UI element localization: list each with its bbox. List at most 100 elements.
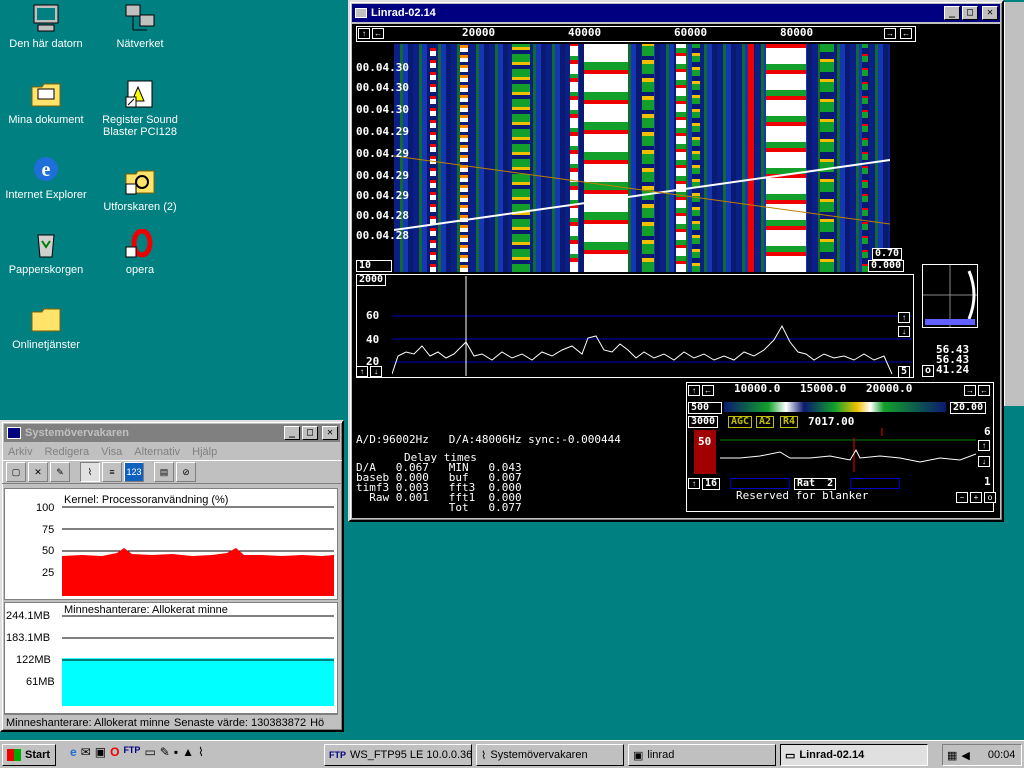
new-item-icon[interactable]: ▢ (6, 462, 26, 482)
menu-alternativ[interactable]: Alternativ (134, 446, 180, 458)
menu-arkiv[interactable]: Arkiv (8, 446, 32, 458)
volume-icon[interactable]: ◀ (961, 749, 969, 762)
desktop-icon-computer[interactable]: Den här datorn (4, 2, 88, 50)
r4-button[interactable]: R4 (780, 416, 799, 428)
disabled-icon[interactable]: ⊘ (176, 462, 196, 482)
spectrum-right-value[interactable]: 5 (898, 366, 911, 378)
minimize-button[interactable]: _ (284, 426, 300, 440)
task-linrad-window[interactable]: ▭ Linrad-02.14 (780, 744, 928, 766)
outlook-quick-icon[interactable]: ✉ (81, 745, 91, 759)
wf-value-2[interactable]: 0.000 (868, 260, 905, 272)
scale-left-arrow[interactable]: ↑ (358, 28, 370, 39)
ie-icon: e (29, 153, 63, 185)
maximize-button[interactable]: □ (962, 6, 978, 20)
bl-frequency: 7017.00 (808, 415, 855, 428)
cpu-axis-label: 50 (42, 545, 55, 557)
cpu-chart-title: Kernel: Processoranvändning (%) (64, 494, 229, 506)
linrad-canvas[interactable]: ↑ ← → ← 20000 40000 60000 80000 00.04.30… (352, 24, 1000, 518)
ie-quick-icon[interactable]: e (70, 745, 77, 759)
clock[interactable]: 00:04 (988, 749, 1016, 761)
bl-left-arrow[interactable]: ↑ (688, 385, 700, 396)
menu-visa[interactable]: Visa (101, 446, 122, 458)
wf-value-1[interactable]: 0.70 (872, 248, 903, 260)
desktop-icon-recycle[interactable]: Papperskorgen (4, 228, 88, 276)
remove-item-icon[interactable]: ✕ (28, 462, 48, 482)
bl-right-arrow-2[interactable]: ← (978, 385, 990, 396)
bl-right-arrow[interactable]: → (964, 385, 976, 396)
opera-quick-icon[interactable]: O (110, 745, 119, 759)
desktop-icon-opera[interactable]: opera (98, 228, 182, 276)
close-button[interactable]: ✕ (982, 6, 998, 20)
bl-500[interactable]: 500 (688, 402, 722, 414)
bl-down-arrow[interactable]: ↓ (978, 456, 990, 467)
cpu-axis-label: 25 (42, 567, 55, 579)
bl-16[interactable]: 16 (702, 478, 721, 490)
scheduler-icon[interactable]: ▦ (947, 749, 957, 762)
bl-o-button[interactable]: o (984, 492, 996, 503)
sysmon-window[interactable]: Systemövervakaren _ □ ✕ Arkiv Redigera V… (0, 420, 344, 732)
spectrum-top-value[interactable]: 2000 (356, 274, 387, 286)
window-quick-icon[interactable]: ▭ (144, 745, 155, 759)
sysmon-menubar: Arkiv Redigera Visa Alternativ Hjälp (2, 444, 342, 460)
scale-right-arrow-2[interactable]: ← (900, 28, 912, 39)
wf-corner-left[interactable]: 10 (356, 260, 392, 272)
scale-left-arrow-2[interactable]: ← (372, 28, 384, 39)
numeric-view-icon[interactable]: 123 (124, 462, 144, 482)
bl-20[interactable]: 20.00 (950, 402, 987, 414)
mountain-quick-icon[interactable]: ▲ (182, 745, 194, 759)
bl-left-arrow-2[interactable]: ← (702, 385, 714, 396)
desktop-icon-soundblaster[interactable]: Register Sound Blaster PCI128 (98, 78, 182, 138)
system-tray: ▦ ◀ 00:04 (942, 744, 1022, 766)
desktop-icon-online[interactable]: Onlinetjänster (4, 303, 88, 351)
desktop-icon-network[interactable]: Nätverket (98, 2, 182, 50)
spectrum-up-arrow[interactable]: ↑ (898, 312, 910, 323)
disk-quick-icon[interactable]: ▪ (174, 745, 178, 759)
bl-dim-controls[interactable] (730, 478, 790, 489)
scale-right-arrow[interactable]: → (884, 28, 896, 39)
start-button[interactable]: Start (2, 744, 56, 766)
ad-da-line: A/D:96002Hz D/A:48006Hz sync:-0.000444 (356, 433, 621, 446)
close-button[interactable]: ✕ (322, 426, 338, 440)
recycle-bin-icon (29, 228, 63, 260)
sysmon-quick-icon[interactable]: ⌇ (198, 745, 204, 759)
time-label: 00.04.29 (356, 125, 409, 138)
task-sysmon[interactable]: ⌇ Systemövervakaren (476, 744, 624, 766)
linrad-window[interactable]: Linrad-02.14 _ □ ✕ ↑ ← → ← 20000 40000 6… (348, 0, 1004, 522)
agc-button[interactable]: AGC (728, 416, 753, 428)
bl-bottom-up[interactable]: ↑ (688, 478, 700, 489)
menu-hjalp[interactable]: Hjälp (192, 446, 217, 458)
time-label: 00.04.29 (356, 147, 409, 160)
desktop-icon-explorer[interactable]: Utforskaren (2) (98, 165, 182, 213)
minimize-button[interactable]: _ (944, 6, 960, 20)
bl-3000[interactable]: 3000 (688, 416, 719, 428)
spectrum-down-arrow[interactable]: ↓ (898, 326, 910, 337)
spectrum-left-down[interactable]: ↓ (370, 366, 382, 377)
options-icon[interactable]: ▤ (154, 462, 174, 482)
menu-redigera[interactable]: Redigera (44, 446, 89, 458)
sysmon-titlebar[interactable]: Systemövervakaren _ □ ✕ (4, 424, 340, 442)
desktop-icon-ie[interactable]: e Internet Explorer (4, 153, 88, 201)
notepad-quick-icon[interactable]: ✎ (160, 745, 170, 759)
task-wsftp[interactable]: FTP WS_FTP95 LE 10.0.0.36 (324, 744, 472, 766)
bl-up-arrow[interactable]: ↑ (978, 440, 990, 451)
task-linrad-console[interactable]: ▣ linrad (628, 744, 776, 766)
spectrum-left-up[interactable]: ↑ (356, 366, 368, 377)
cpu-axis-label: 100 (36, 502, 55, 514)
edit-item-icon[interactable]: ✎ (50, 462, 70, 482)
pol-o-button[interactable]: o (922, 365, 935, 377)
bar-chart-icon[interactable]: ≡ (102, 462, 122, 482)
app-quick-icon[interactable]: ▣ (95, 745, 106, 759)
maximize-button[interactable]: □ (302, 426, 318, 440)
ftp-quick-icon[interactable]: FTP (123, 745, 140, 759)
task-label: Systemövervakaren (490, 749, 588, 761)
bl-dim-controls-2[interactable] (850, 478, 900, 489)
a2-button[interactable]: A2 (756, 416, 775, 428)
polarization-graph[interactable] (922, 264, 978, 328)
desktop-icon-my-documents[interactable]: Mina dokument (4, 78, 88, 126)
waterfall-display[interactable] (394, 44, 890, 272)
linrad-task-icon: ▭ (785, 749, 796, 762)
bl-plus-button[interactable]: + (970, 492, 982, 503)
line-chart-icon[interactable]: ⌇ (80, 462, 100, 482)
bl-minus-button[interactable]: − (956, 492, 968, 503)
linrad-titlebar[interactable]: Linrad-02.14 _ □ ✕ (352, 4, 1000, 22)
